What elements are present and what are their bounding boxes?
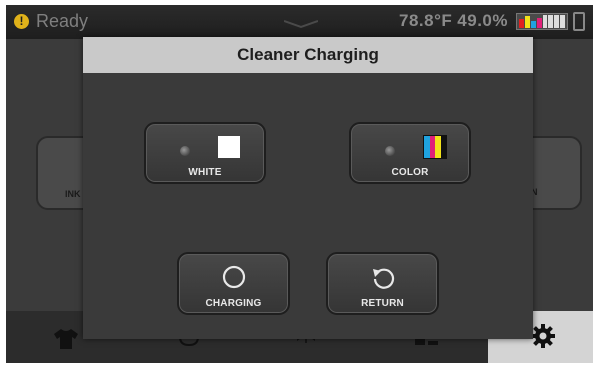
return-button[interactable]: RETURN xyxy=(326,252,439,315)
cmyk-ink-swatch-icon xyxy=(423,135,447,159)
white-button[interactable]: WHITE xyxy=(144,122,266,184)
color-button[interactable]: COLOR xyxy=(349,122,471,184)
circle-icon xyxy=(222,265,245,289)
return-arrow-icon xyxy=(372,268,394,289)
warning-icon[interactable]: ! xyxy=(14,14,29,29)
ink-level-bar xyxy=(548,15,554,28)
return-button-label: RETURN xyxy=(361,298,404,309)
printer-screen: ! Ready 78.8°F 49.0% INK N Cleaner Charg… xyxy=(6,5,593,363)
color-button-label: COLOR xyxy=(391,167,429,178)
background-ink-label: INK xyxy=(65,189,81,199)
charging-button-label: CHARGING xyxy=(205,298,262,309)
ink-level-bar xyxy=(542,15,548,28)
ink-level-bar xyxy=(536,18,542,28)
status-bar: ! Ready 78.8°F 49.0% xyxy=(6,5,593,39)
dialog-title: Cleaner Charging xyxy=(83,37,533,73)
environment-readings: 78.8°F 49.0% xyxy=(399,11,513,31)
ink-level-bar xyxy=(524,16,530,28)
charging-button[interactable]: CHARGING xyxy=(177,252,290,315)
waste-tank-icon[interactable] xyxy=(573,12,585,31)
color-status-led-icon xyxy=(385,146,395,156)
status-text: Ready xyxy=(36,11,89,31)
ink-level-indicator[interactable] xyxy=(516,13,568,30)
pull-down-handle-icon[interactable] xyxy=(284,19,318,29)
ink-level-bar xyxy=(554,15,560,28)
humidity-reading: 49.0% xyxy=(457,11,508,30)
temperature-reading: 78.8°F xyxy=(399,11,453,30)
ink-level-bar xyxy=(530,21,536,28)
ink-level-bar xyxy=(519,19,524,28)
white-button-label: WHITE xyxy=(188,167,222,178)
ink-level-bar xyxy=(560,15,565,28)
white-status-led-icon xyxy=(180,146,190,156)
shirt-icon[interactable] xyxy=(53,328,79,350)
cleaner-charging-dialog: Cleaner Charging WHITE COLOR CHARGING RE… xyxy=(83,37,533,339)
white-ink-swatch-icon xyxy=(218,136,240,158)
gear-icon[interactable] xyxy=(530,323,556,349)
